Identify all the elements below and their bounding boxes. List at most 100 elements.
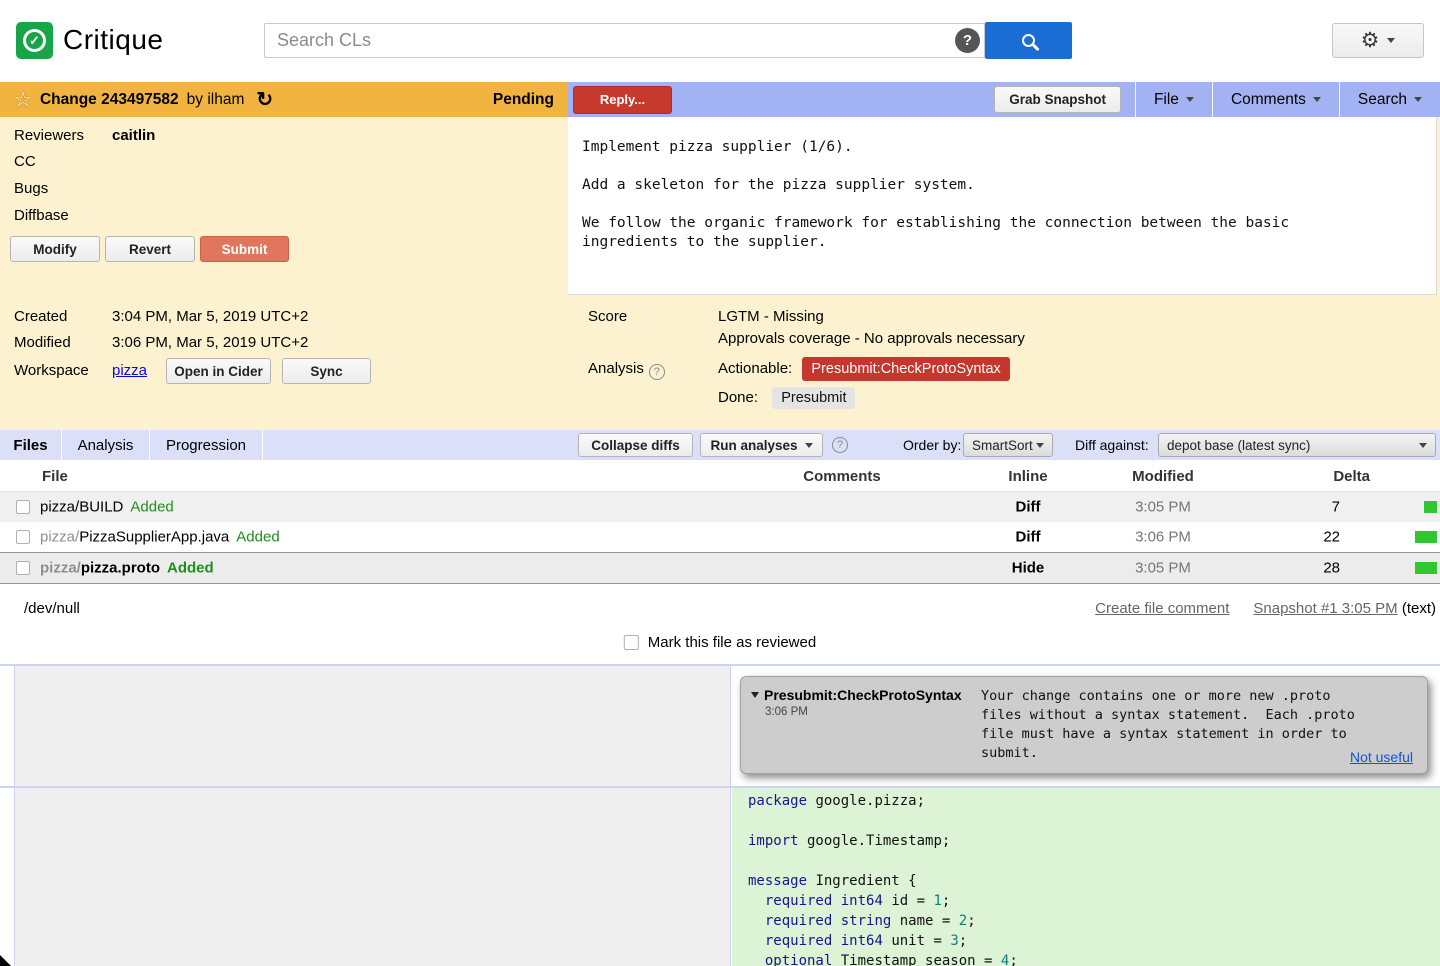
row-checkbox[interactable] [16, 530, 30, 544]
chevron-down-icon [1186, 97, 1194, 102]
modified-value: 3:06 PM, Mar 5, 2019 UTC+2 [112, 334, 308, 351]
toolbar-help-icon[interactable]: ? [832, 437, 848, 453]
bugs-label: Bugs [14, 180, 48, 197]
finding-meta: Presubmit:CheckProtoSyntax 3:06 PM [751, 687, 981, 765]
inline-hide-link[interactable]: Hide [1012, 560, 1045, 577]
search-help-icon[interactable]: ? [955, 28, 980, 53]
file-prefix: pizza/ [40, 499, 79, 516]
submit-button[interactable]: Submit [200, 236, 289, 262]
run-analyses-button[interactable]: Run analyses [700, 433, 823, 457]
status-badge: Pending [493, 91, 554, 109]
file-link[interactable]: pizza/PizzaSupplierApp.java Added [40, 529, 280, 546]
collapse-triangle-icon [751, 692, 759, 698]
top-bar: ✓ Critique ? ⚙ [0, 0, 1440, 82]
file-link[interactable]: pizza/BUILD Added [40, 499, 174, 516]
mark-reviewed-control: Mark this file as reviewed [624, 634, 816, 651]
finding-title-row[interactable]: Presubmit:CheckProtoSyntax [751, 687, 981, 703]
actionable-row: Actionable: Presubmit:CheckProtoSyntax [718, 360, 1010, 377]
diff-new-code[interactable]: package google.pizza; import google.Time… [732, 788, 1440, 966]
mark-reviewed-checkbox[interactable] [624, 635, 639, 650]
search-button[interactable] [985, 22, 1072, 59]
files-toolbar: Files Analysis Progression Collapse diff… [0, 430, 1440, 460]
sync-button[interactable]: Sync [282, 358, 371, 384]
reply-button[interactable]: Reply... [573, 86, 672, 114]
order-by-value: SmartSort [972, 438, 1033, 453]
menu-search[interactable]: Search [1339, 82, 1440, 117]
order-by-dropdown[interactable]: SmartSort [963, 433, 1053, 457]
snapshot-link[interactable]: Snapshot #1 3:05 PM [1253, 600, 1397, 617]
check-icon: ✓ [23, 29, 46, 52]
row-checkbox[interactable] [16, 500, 30, 514]
done-badge[interactable]: Presubmit [772, 387, 855, 409]
brand-title: Critique [63, 24, 163, 56]
file-name: PizzaSupplierApp.java [79, 529, 229, 546]
menu-comments[interactable]: Comments [1212, 82, 1339, 117]
file-status: Added [236, 529, 279, 546]
actionable-badge[interactable]: Presubmit:CheckProtoSyntax [802, 357, 1009, 381]
analysis-label: Analysis? [588, 360, 665, 380]
inline-diff-link[interactable]: Diff [1016, 499, 1041, 516]
analysis-label-text: Analysis [588, 360, 644, 377]
old-file-path: /dev/null [24, 600, 80, 617]
file-prefix: pizza/ [40, 529, 79, 546]
refresh-icon[interactable]: ↻ [256, 90, 273, 110]
tab-analysis[interactable]: Analysis [62, 430, 150, 460]
tab-progression[interactable]: Progression [150, 430, 263, 460]
diff-finding-row: Presubmit:CheckProtoSyntax 3:06 PM Your … [0, 664, 1440, 786]
finding-time: 3:06 PM [765, 706, 981, 718]
mark-reviewed-label: Mark this file as reviewed [648, 634, 816, 651]
diff-old-pane [14, 666, 731, 786]
created-value: 3:04 PM, Mar 5, 2019 UTC+2 [112, 308, 308, 325]
modified-time: 3:05 PM [1135, 499, 1191, 516]
critique-logo-icon: ✓ [16, 22, 53, 59]
file-status: Added [167, 560, 214, 577]
description-text: Implement pizza supplier (1/6). Add a sk… [568, 117, 1436, 273]
analysis-help-icon[interactable]: ? [649, 364, 665, 380]
create-file-comment-link[interactable]: Create file comment [1095, 600, 1229, 617]
revert-button[interactable]: Revert [105, 236, 195, 262]
col-comments: Comments [803, 468, 881, 485]
delta-count: 7 [1332, 499, 1340, 516]
diff-against-value: depot base (latest sync) [1167, 438, 1310, 453]
chevron-down-icon [1414, 97, 1422, 102]
modified-time: 3:05 PM [1135, 560, 1191, 577]
diffbase-label: Diffbase [14, 207, 69, 224]
finding-title: Presubmit:CheckProtoSyntax [764, 687, 962, 703]
file-prefix: pizza/ [40, 560, 81, 577]
finding-body: Your change contains one or more new .pr… [981, 687, 1355, 765]
done-label: Done: [718, 389, 758, 406]
workspace-link[interactable]: pizza [112, 362, 147, 379]
file-name: BUILD [79, 499, 123, 516]
table-row-selected: pizza/pizza.protoAdded Hide 3:05 PM 28 [0, 552, 1440, 584]
search-input[interactable] [264, 23, 985, 58]
chevron-down-icon [1036, 443, 1044, 448]
modified-label: Modified [14, 334, 71, 351]
menu-file[interactable]: File [1135, 82, 1212, 117]
open-in-cider-button[interactable]: Open in Cider [166, 358, 271, 384]
not-useful-link[interactable]: Not useful [1350, 749, 1413, 765]
order-by-label: Order by: [903, 437, 961, 453]
diff-new-pane: Presubmit:CheckProtoSyntax 3:06 PM Your … [732, 666, 1440, 786]
menu-search-label: Search [1358, 91, 1407, 109]
settings-button[interactable]: ⚙ [1332, 23, 1424, 58]
tab-files[interactable]: Files [0, 430, 62, 460]
file-name: pizza.proto [81, 560, 160, 577]
star-icon[interactable]: ☆ [14, 90, 32, 110]
file-link[interactable]: pizza/pizza.proto Added [40, 560, 214, 577]
grab-snapshot-button[interactable]: Grab Snapshot [994, 86, 1121, 113]
change-title: Change 243497582 [40, 91, 179, 109]
modified-time: 3:06 PM [1135, 529, 1191, 546]
score-label: Score [588, 308, 627, 325]
run-analyses-label: Run analyses [710, 438, 797, 453]
diff-against-dropdown[interactable]: depot base (latest sync) [1158, 433, 1436, 457]
change-info-section: Implement pizza supplier (1/6). Add a sk… [0, 117, 1440, 430]
search-icon [1022, 34, 1035, 47]
snapshot-group: Snapshot #1 3:05 PM (text) [1253, 600, 1436, 617]
inline-diff-link[interactable]: Diff [1016, 529, 1041, 546]
reviewers-value[interactable]: caitlin [112, 127, 155, 144]
modify-button[interactable]: Modify [10, 236, 100, 262]
row-checkbox[interactable] [16, 561, 30, 575]
collapse-diffs-button[interactable]: Collapse diffs [578, 433, 693, 457]
file-status: Added [130, 499, 173, 516]
menu-comments-label: Comments [1231, 91, 1306, 109]
